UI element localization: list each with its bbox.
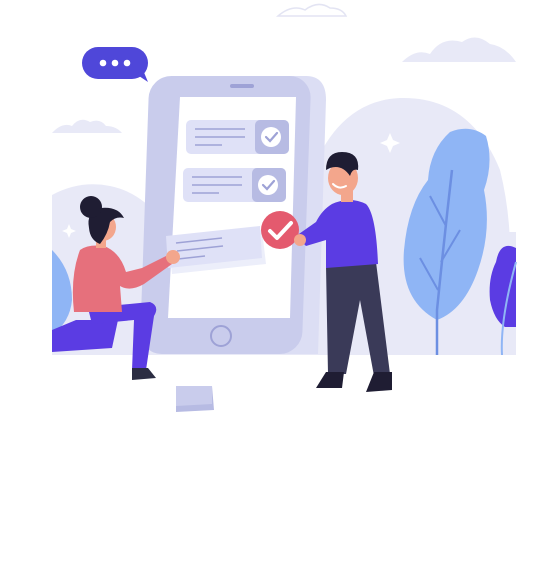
cloud-top: [275, 3, 348, 17]
man-shoe: [316, 372, 344, 388]
phone: [140, 76, 326, 354]
checklist-card: [183, 168, 286, 202]
man-hand: [294, 234, 306, 246]
woman-hair-bun: [80, 196, 102, 218]
check-badge: [261, 211, 299, 249]
check-icon: [258, 175, 278, 195]
woman-hand: [166, 250, 180, 264]
cloud-left: [52, 119, 122, 133]
phone-speaker: [230, 84, 254, 88]
cloud-right: [402, 37, 516, 62]
check-icon: [261, 127, 281, 147]
man-shoe: [366, 372, 392, 392]
illustration-scene: [52, 3, 517, 412]
chat-bubble-icon: [82, 47, 148, 82]
woman-shoe: [132, 368, 156, 380]
floor-block: [176, 386, 214, 412]
checklist-card: [186, 120, 289, 154]
